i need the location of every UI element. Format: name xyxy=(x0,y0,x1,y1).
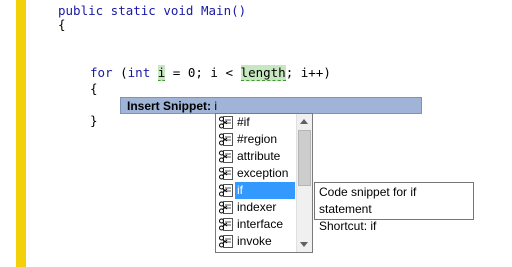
snippet-tooltip: Code snippet for if statement Shortcut: … xyxy=(314,182,474,233)
code-line-block-close[interactable]: } xyxy=(90,114,98,128)
snippet-item-if-directive[interactable]: #if xyxy=(217,114,297,131)
tooltip-description: Code snippet for if statement xyxy=(319,185,417,216)
code-line-block-open[interactable]: { xyxy=(90,82,98,96)
snippet-item-region[interactable]: #region xyxy=(217,131,297,148)
insert-snippet-label: Insert Snippet: xyxy=(127,99,212,113)
code-line-main[interactable]: public static void Main() xyxy=(58,4,246,18)
snippet-item-label: #if xyxy=(237,115,250,129)
snippet-item-label: invoke xyxy=(237,234,272,248)
length-placeholder: length xyxy=(240,65,286,81)
snippet-icon xyxy=(219,167,233,180)
snippet-item-invoke[interactable]: invoke xyxy=(217,233,297,250)
insert-snippet-bar[interactable]: Insert Snippet: i xyxy=(120,97,422,114)
for-mid: = 0; i < xyxy=(165,65,241,80)
scroll-up-arrow-icon[interactable] xyxy=(300,119,308,124)
block-close-brace: } xyxy=(90,113,98,128)
snippet-icon xyxy=(219,235,233,248)
tooltip-shortcut: Shortcut: if xyxy=(319,219,377,233)
snippet-item-indexer[interactable]: indexer xyxy=(217,199,297,216)
snippet-item-label: if xyxy=(235,182,295,199)
scrollbar-thumb[interactable] xyxy=(298,130,311,186)
snippet-icon xyxy=(219,133,233,146)
changed-lines-gutter xyxy=(16,0,26,267)
scroll-down-arrow-icon[interactable] xyxy=(300,242,308,247)
for-keyword: for xyxy=(90,65,113,80)
snippet-item-interface[interactable]: interface xyxy=(217,216,297,233)
block-open-brace: { xyxy=(90,81,98,96)
snippet-item-label: interface xyxy=(237,217,284,231)
code-text-main: public static void Main() xyxy=(58,3,247,18)
snippet-icon xyxy=(219,201,233,214)
for-open: ( xyxy=(112,65,128,80)
snippet-item-label: attribute xyxy=(237,149,281,163)
snippet-item-label: exception xyxy=(237,166,289,180)
code-line-open-brace[interactable]: { xyxy=(58,18,66,32)
snippet-item-label: #region xyxy=(237,132,278,146)
int-keyword: int xyxy=(127,65,151,80)
snippet-list-scrollbar[interactable] xyxy=(296,114,312,252)
for-end: ; i++) xyxy=(285,65,331,80)
insert-snippet-value: i xyxy=(214,99,218,113)
snippet-item-attribute[interactable]: attribute xyxy=(217,148,297,165)
snippet-picker-list[interactable]: #if #region attribute exception if index… xyxy=(215,113,313,253)
code-text-open-brace: { xyxy=(58,17,66,32)
code-line-for[interactable]: for (int i = 0; i < length; i++) xyxy=(90,65,331,81)
snippet-item-exception[interactable]: exception xyxy=(217,165,297,182)
snippet-item-if[interactable]: if xyxy=(217,182,297,199)
snippet-icon xyxy=(219,150,233,163)
snippet-icon xyxy=(219,184,233,197)
snippet-icon xyxy=(219,116,233,129)
snippet-item-label: indexer xyxy=(237,200,277,214)
snippet-icon xyxy=(219,218,233,231)
